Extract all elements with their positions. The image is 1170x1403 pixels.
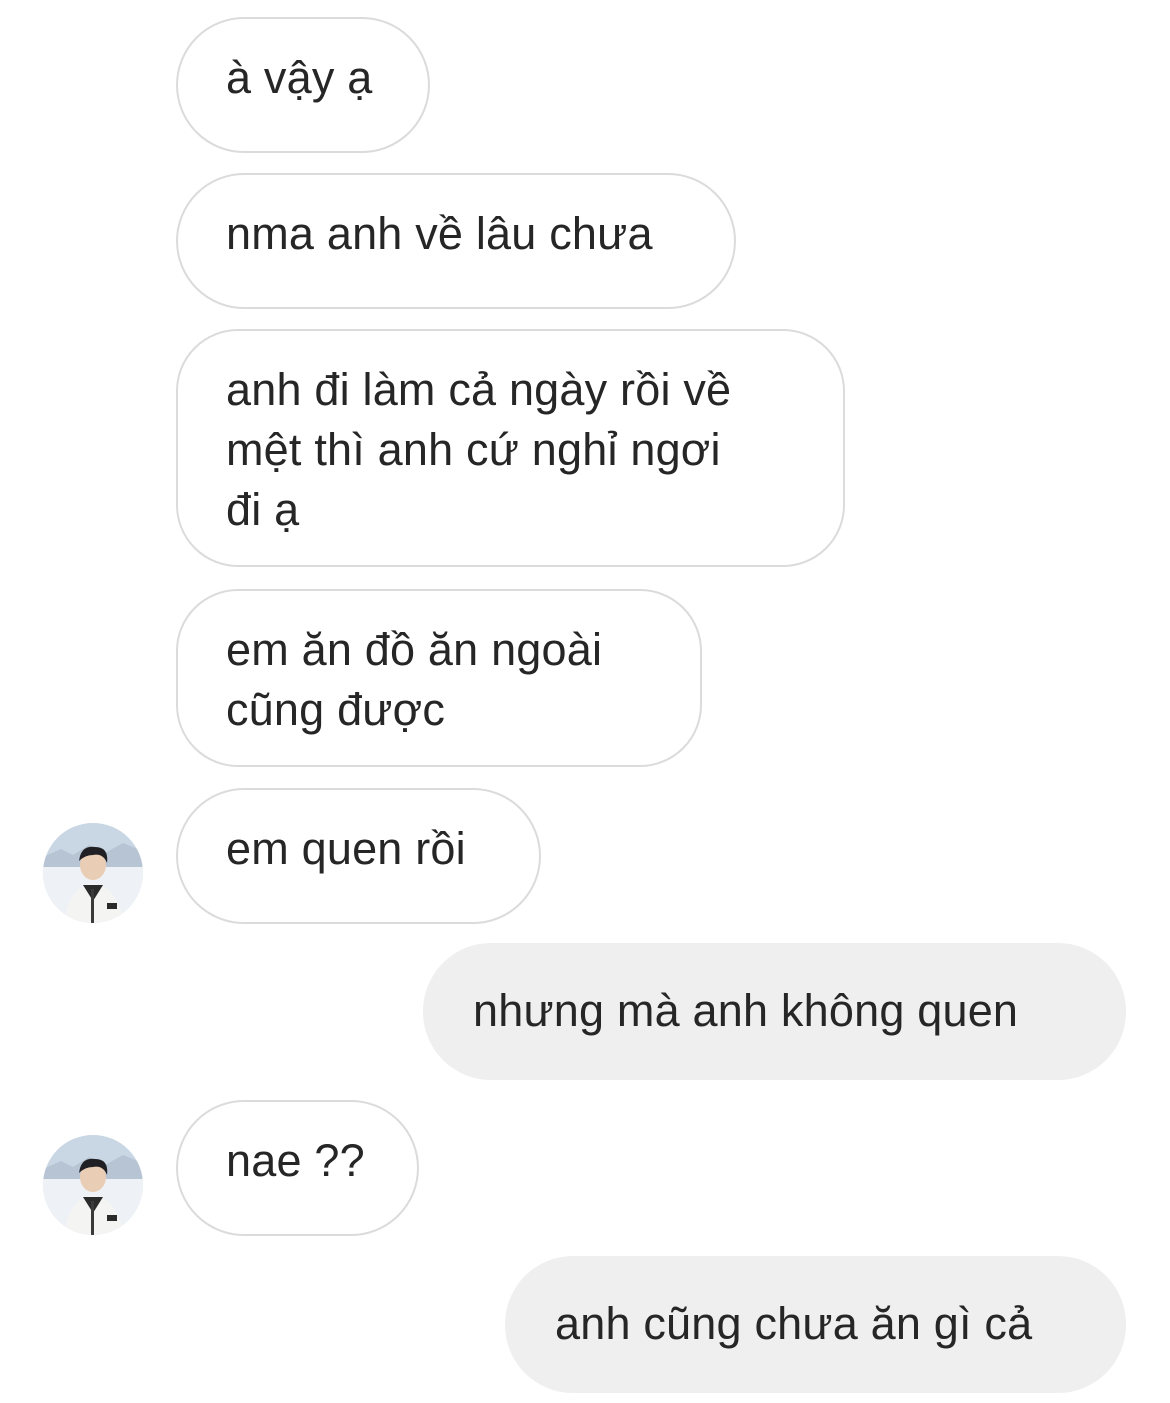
- message-bubble-incoming[interactable]: nma anh về lâu chưa: [176, 173, 736, 309]
- message-bubble-incoming[interactable]: nae ??: [176, 1100, 419, 1236]
- message-thread: à vậy ạ nma anh về lâu chưa anh đi làm c…: [0, 0, 1170, 1403]
- avatar-icon: [43, 823, 143, 923]
- sender-avatar[interactable]: [43, 823, 143, 923]
- message-bubble-outgoing[interactable]: nhưng mà anh không quen: [423, 943, 1126, 1080]
- message-bubble-incoming[interactable]: à vậy ạ: [176, 17, 430, 153]
- message-bubble-incoming[interactable]: em ăn đồ ăn ngoài cũng được: [176, 589, 702, 767]
- avatar-icon: [43, 1135, 143, 1235]
- message-bubble-incoming[interactable]: em quen rồi: [176, 788, 541, 924]
- message-bubble-incoming[interactable]: anh đi làm cả ngày rồi về mệt thì anh cứ…: [176, 329, 845, 567]
- sender-avatar[interactable]: [43, 1135, 143, 1235]
- message-bubble-outgoing[interactable]: anh cũng chưa ăn gì cả: [505, 1256, 1126, 1393]
